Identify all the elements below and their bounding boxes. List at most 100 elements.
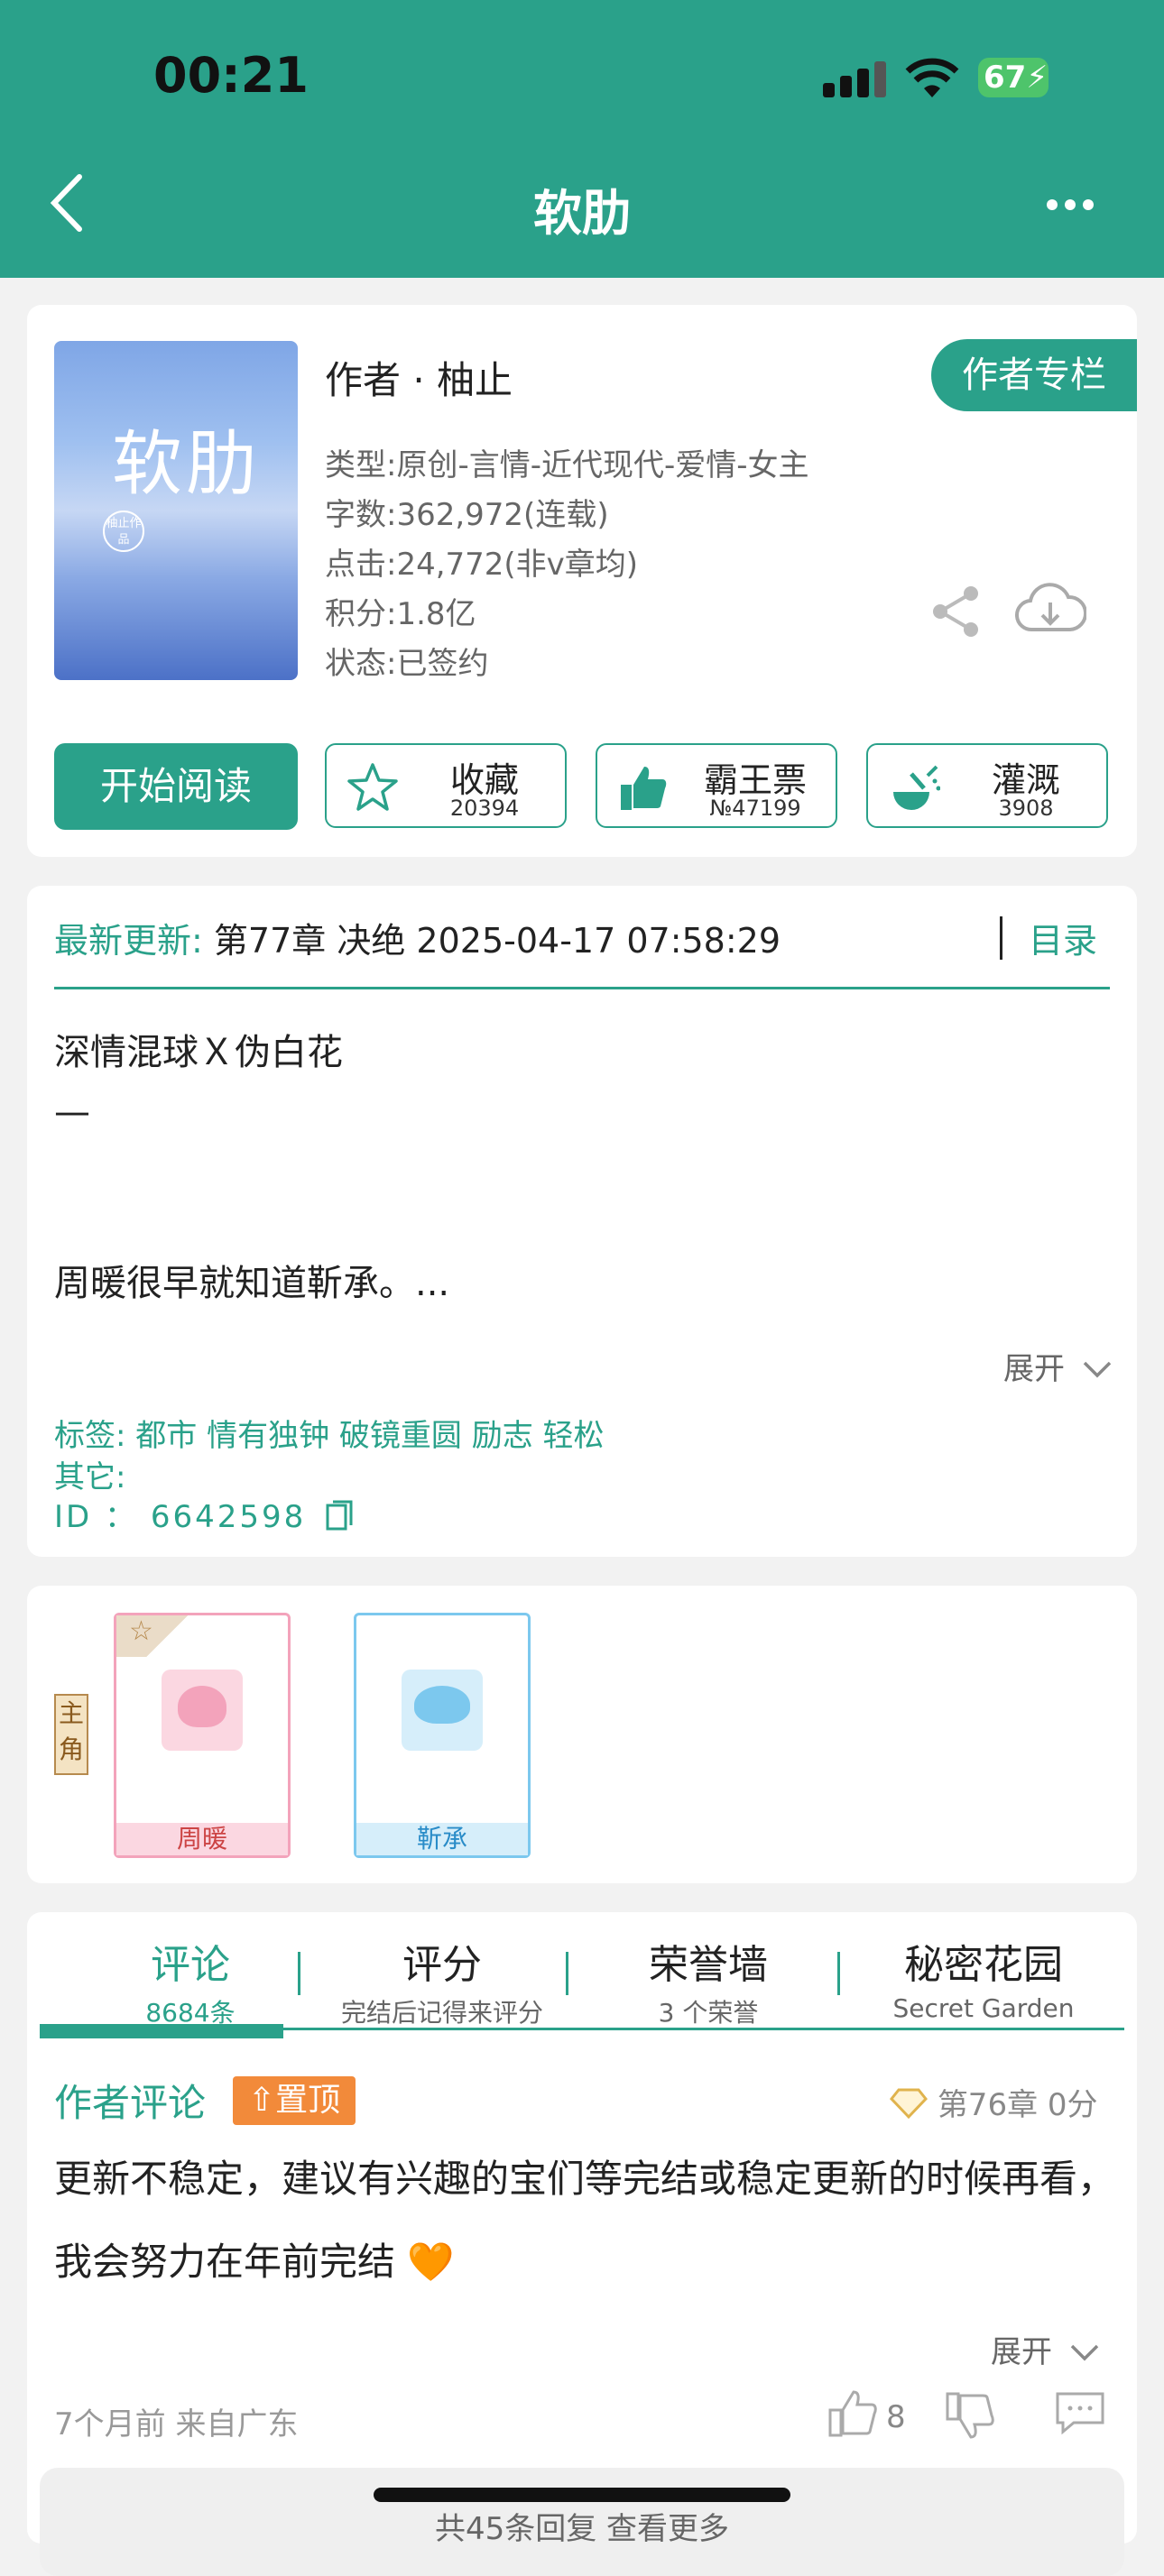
irrigate-label: 灌溉	[991, 760, 1060, 800]
like-count: 8	[886, 2399, 906, 2435]
latest-chapter: 第77章 决绝 2025-04-17 07:58:29	[213, 921, 781, 961]
book-cover[interactable]: 软肋 柚止作品	[54, 341, 298, 680]
badge-char-2: 角	[58, 1734, 84, 1764]
overlord-ticket-label: 霸王票	[703, 760, 807, 800]
chevron-down-icon	[1083, 1361, 1112, 1378]
tab-honor-title: 荣誉墙	[649, 1942, 768, 1988]
tab-garden-title: 秘密花园	[904, 1942, 1063, 1988]
avatar	[402, 1670, 483, 1751]
summary-line-1: 深情混球Ｘ伪白花	[54, 1032, 343, 1073]
top-header: 00:21 67⚡ 软肋	[0, 0, 1164, 278]
protagonist-badge: 主角	[54, 1694, 88, 1775]
comment-chapter-info: 第76章 0分	[890, 2080, 1098, 2124]
battery-icon: 67⚡	[978, 58, 1049, 97]
status-time: 00:21	[153, 47, 309, 104]
thumbs-up-icon	[621, 767, 667, 810]
irrigate-count: 3908	[998, 796, 1054, 821]
start-reading-button[interactable]: 开始阅读	[54, 743, 298, 830]
star-icon: ☆	[116, 1615, 194, 1657]
tags-row: 标签: 都市 情有独钟 破镜重圆 励志 轻松	[54, 1411, 605, 1455]
tab-honor-sub: 3 个荣誉	[658, 1998, 759, 2028]
character-card-zhounuan[interactable]: ☆ 周暖	[114, 1613, 291, 1858]
book-info-card: 软肋 柚止作品 作者 · 柚止 作者专栏 类型:原创-言情-近代现代-爱情-女主…	[27, 305, 1137, 857]
wifi-icon	[905, 58, 959, 97]
cloud-download-icon[interactable]	[1014, 579, 1086, 639]
copy-icon[interactable]	[324, 1498, 355, 1532]
comments-card: 评论 8684条 评分 完结后记得来评分 荣誉墙 3 个荣誉 秘密花园 Secr…	[27, 1912, 1137, 2576]
latest-update-label: 最新更新:	[54, 921, 203, 961]
signal-icon	[823, 61, 890, 97]
view-more-replies[interactable]: 共45条回复 查看更多	[40, 2468, 1124, 2576]
tab-rating[interactable]: 评分 完结后记得来评分	[316, 1932, 568, 2029]
view-more-replies-label: 共45条回复 查看更多	[434, 2511, 730, 2547]
update-divider	[54, 987, 1110, 989]
more-menu-icon[interactable]	[1047, 197, 1101, 214]
comment-expand-label: 展开	[991, 2334, 1052, 2370]
other-label: 其它:	[54, 1459, 126, 1495]
tab-active-indicator	[40, 2024, 283, 2038]
book-status: 状态:已签约	[325, 646, 489, 682]
page-title: 软肋	[533, 185, 631, 242]
avatar	[162, 1670, 243, 1751]
book-points: 积分:1.8亿	[325, 596, 476, 632]
irrigate-button[interactable]: 灌溉 3908	[866, 743, 1108, 828]
collect-count: 20394	[449, 796, 520, 821]
summary-line-3: 周暖很早就知道靳承。...	[54, 1263, 450, 1304]
battery-level: 67	[984, 60, 1027, 96]
tab-rating-title: 评分	[402, 1942, 482, 1988]
tags-list[interactable]: 都市 情有独钟 破镜重圆 励志 轻松	[135, 1418, 604, 1454]
comment-expand[interactable]: 展开	[991, 2327, 1100, 2371]
pinned-badge: ⇧置顶	[233, 2076, 356, 2125]
overlord-ticket-count: №47199	[709, 796, 801, 821]
collect-button[interactable]: 收藏 20394	[325, 743, 567, 828]
book-id: ID ： 6642598	[54, 1492, 355, 1536]
author-comment-text: 更新不稳定，建议有兴趣的宝们等完结或稳定更新的时候再看，我会努力在年前完结 🧡	[54, 2157, 1116, 2284]
pinned-label: 置顶	[275, 2082, 341, 2119]
tab-comments-title: 评论	[151, 1942, 230, 1988]
author-name[interactable]: 作者 · 柚止	[325, 350, 513, 405]
dislike-icon[interactable]	[944, 2390, 996, 2443]
share-icon[interactable]	[929, 584, 984, 639]
tab-garden-sub: Secret Garden	[892, 1993, 1075, 2023]
author-comment-label: 作者评论	[54, 2081, 207, 2125]
comment-chapter-text: 第76章 0分	[937, 2087, 1098, 2123]
collect-label: 收藏	[449, 760, 519, 800]
latest-update-card: 最新更新: 第77章 决绝 2025-04-17 07:58:29 目录 深情混…	[27, 886, 1137, 1557]
tab-secret-garden[interactable]: 秘密花园 Secret Garden	[857, 1932, 1110, 2023]
pin-arrow-icon: ⇧	[247, 2082, 276, 2119]
reply-icon[interactable]	[1052, 2390, 1108, 2435]
chevron-down-icon	[1070, 2344, 1099, 2361]
comment-meta: 7个月前 来自广东	[54, 2406, 299, 2443]
cover-title: 软肋	[112, 424, 261, 505]
toc-divider	[1000, 916, 1002, 960]
home-indicator	[374, 2488, 790, 2502]
summary-expand-label: 展开	[1003, 1351, 1065, 1387]
latest-update-row[interactable]: 最新更新: 第77章 决绝 2025-04-17 07:58:29	[54, 913, 781, 962]
book-type: 类型:原创-言情-近代现代-爱情-女主	[325, 447, 809, 483]
badge-char-1: 主	[58, 1698, 84, 1728]
tab-comments[interactable]: 评论 8684条	[87, 1932, 294, 2029]
character-name: 周暖	[116, 1823, 288, 1855]
book-id-text: ID ： 6642598	[54, 1499, 307, 1535]
diamond-icon	[890, 2088, 928, 2120]
tab-rating-sub: 完结后记得来评分	[340, 1998, 543, 2028]
author-column-button[interactable]: 作者专栏	[931, 339, 1137, 411]
tags-label: 标签:	[54, 1418, 126, 1454]
characters-card: 主角 ☆ 周暖 靳承	[27, 1586, 1137, 1883]
star-icon	[347, 763, 398, 811]
book-words: 字数:362,972(连载)	[325, 497, 609, 533]
like-icon[interactable]	[827, 2387, 879, 2439]
cover-seal: 柚止作品	[103, 511, 144, 552]
summary-line-2: —	[54, 1091, 90, 1133]
tab-honor-wall[interactable]: 荣誉墙 3 个荣誉	[587, 1932, 830, 2029]
watering-icon	[893, 765, 940, 810]
overlord-ticket-button[interactable]: 霸王票 №47199	[596, 743, 837, 828]
character-card-jincheng[interactable]: 靳承	[354, 1613, 531, 1858]
character-name: 靳承	[356, 1823, 528, 1855]
summary-expand[interactable]: 展开	[1003, 1344, 1113, 1388]
tab-divider	[566, 1952, 568, 1995]
table-of-contents-link[interactable]: 目录	[1029, 913, 1097, 962]
book-clicks: 点击:24,772(非v章均)	[325, 547, 639, 583]
tab-divider	[298, 1952, 300, 1995]
tab-divider	[837, 1952, 840, 1995]
